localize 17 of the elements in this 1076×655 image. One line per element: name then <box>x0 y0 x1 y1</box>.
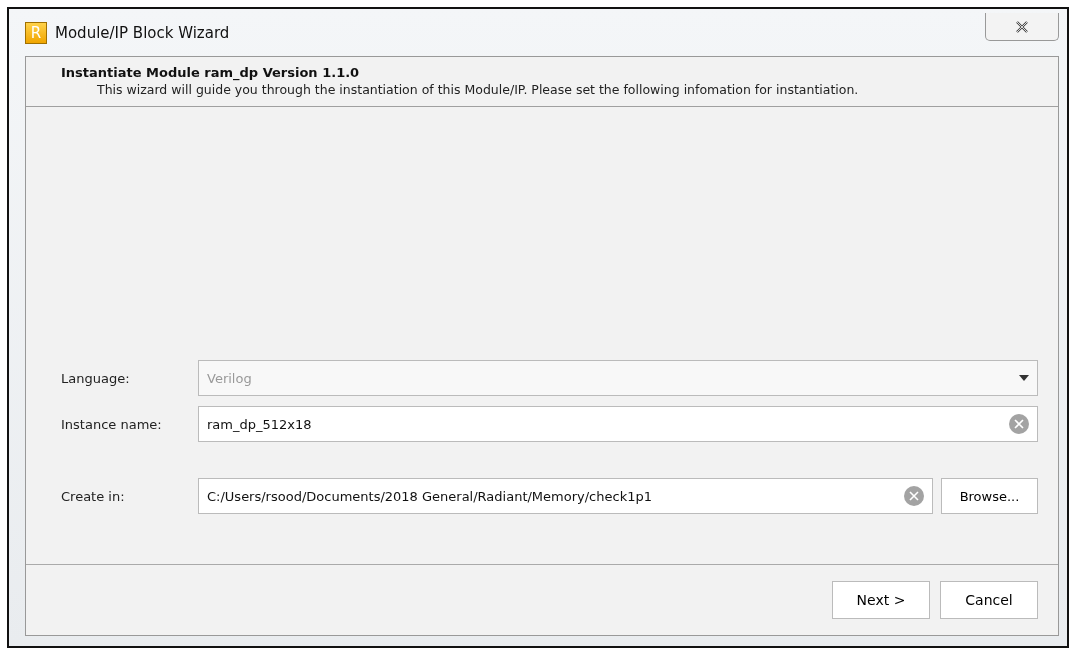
cancel-button[interactable]: Cancel <box>940 581 1038 619</box>
window-title: Module/IP Block Wizard <box>55 23 230 42</box>
browse-button[interactable]: Browse... <box>941 478 1038 514</box>
path-field[interactable]: C:/Users/rsood/Documents/2018 General/Radiant/Memory/check1p1 <box>198 478 933 514</box>
next-button[interactable]: Next > <box>832 581 930 619</box>
close-icon <box>1015 20 1029 33</box>
clear-icon[interactable] <box>1009 414 1029 434</box>
clear-icon[interactable] <box>904 486 924 506</box>
close-button[interactable] <box>985 13 1059 41</box>
wizard-description: This wizard will guide you through the instantiation of this Module/IP. Please set the following infomation for instantiation. <box>96 82 860 99</box>
field-label: Language: <box>61 370 131 386</box>
input-field[interactable]: ram_dp_512x18 <box>198 406 1038 442</box>
app-logo-icon: R <box>25 21 47 44</box>
field-label: Instance name: <box>61 416 163 432</box>
field-label: Create in: <box>61 488 126 504</box>
wizard-heading: Instantiate Module ram_dp Version 1.1.0 <box>61 65 361 80</box>
dropdown-arrow-icon <box>1019 375 1029 381</box>
